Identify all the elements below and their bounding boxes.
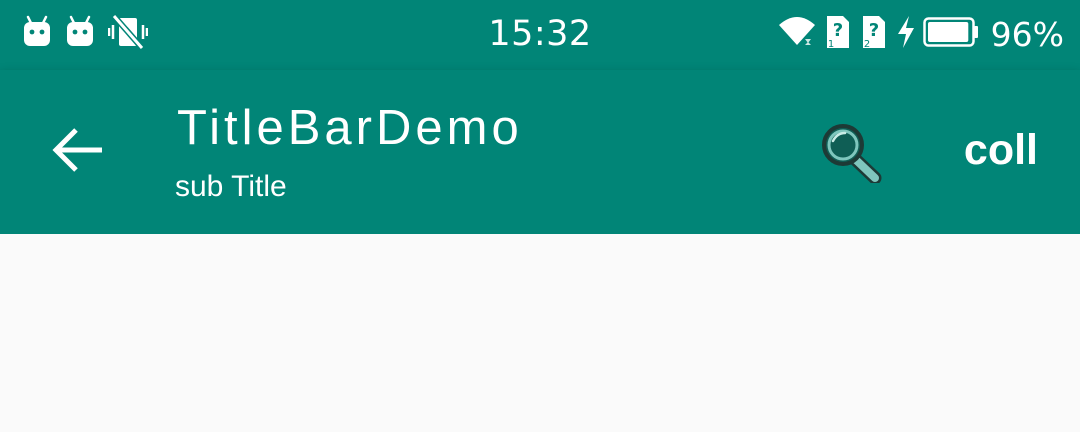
- svg-text:?: ?: [868, 20, 878, 41]
- search-icon: [819, 121, 885, 188]
- search-button[interactable]: [812, 114, 892, 194]
- arrow-back-icon: [52, 127, 104, 178]
- battery-icon: [922, 16, 979, 52]
- battery-percent: 96%: [990, 14, 1064, 54]
- svg-text:?: ?: [832, 20, 842, 41]
- wifi-icon: [777, 15, 817, 54]
- sim-unknown-icon: ? 1: [823, 14, 853, 55]
- content-area: [0, 234, 1080, 432]
- toolbar: TitleBarDemo sub Title coll: [0, 70, 1080, 234]
- status-bar-right-icons: ? 1 ? 2 96%: [777, 14, 1064, 54]
- back-button[interactable]: [40, 114, 116, 190]
- toolbar-subtitle: sub Title: [175, 170, 287, 203]
- battery-fill: [927, 21, 968, 42]
- charging-bolt-icon: [895, 15, 917, 54]
- sim-unknown-icon: ? 2: [859, 14, 889, 55]
- svg-text:2: 2: [863, 39, 869, 50]
- toolbar-title: TitleBarDemo: [177, 101, 523, 155]
- svg-text:1: 1: [827, 39, 833, 50]
- status-bar: 15:32 ? 1 ? 2 96%: [0, 0, 1080, 70]
- coll-action-button[interactable]: coll: [964, 126, 1038, 175]
